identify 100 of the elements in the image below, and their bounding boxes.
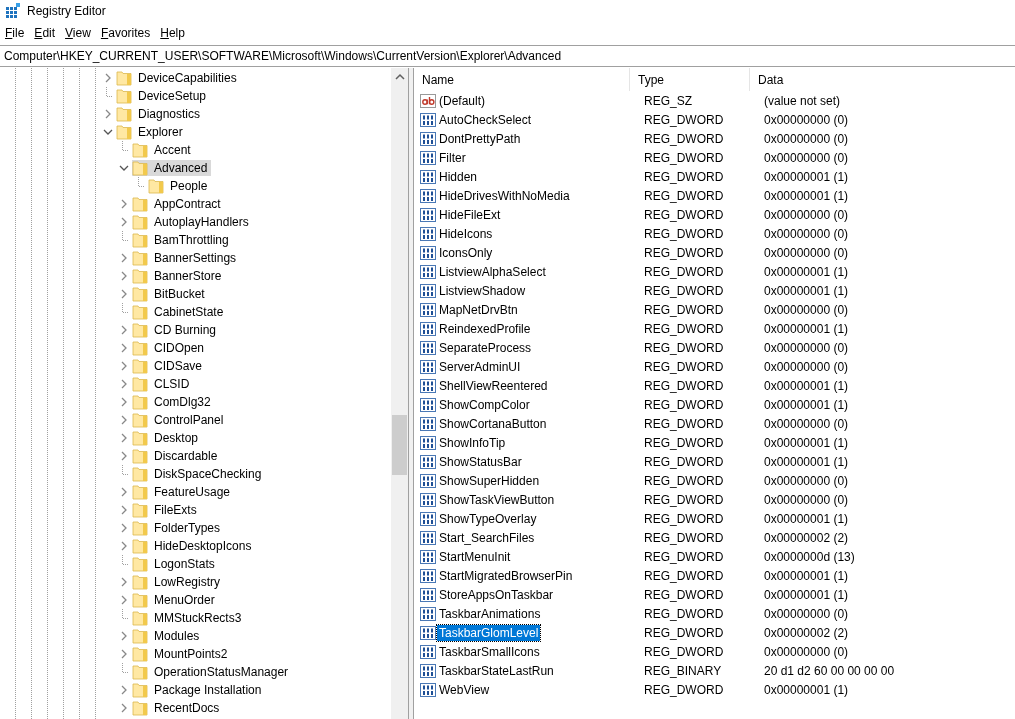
- column-header[interactable]: Type: [630, 68, 750, 91]
- value-name[interactable]: ShellViewReentered: [437, 377, 550, 394]
- scrollbar-thumb[interactable]: [392, 415, 407, 475]
- chevron-right-icon[interactable]: [119, 361, 129, 371]
- value-name[interactable]: StartMigratedBrowserPin: [437, 567, 575, 584]
- tree-item[interactable]: CIDOpen: [132, 340, 209, 356]
- chevron-right-icon[interactable]: [119, 325, 129, 335]
- chevron-right-icon[interactable]: [119, 271, 129, 281]
- value-name[interactable]: ShowTypeOverlay: [437, 510, 539, 527]
- chevron-right-icon[interactable]: [119, 685, 129, 695]
- chevron-right-icon[interactable]: [103, 109, 113, 119]
- tree-item[interactable]: OperationStatusManager: [132, 664, 293, 680]
- tree-item[interactable]: BannerStore: [132, 268, 226, 284]
- value-name[interactable]: ShowInfoTip: [437, 434, 508, 451]
- value-name[interactable]: ShowCortanaButton: [437, 415, 549, 432]
- tree-item[interactable]: BitBucket: [132, 286, 209, 302]
- tree-item[interactable]: RecentDocs: [132, 700, 224, 716]
- tree-item[interactable]: MMStuckRects3: [132, 610, 246, 626]
- value-name[interactable]: (Default): [437, 92, 487, 109]
- value-name[interactable]: ShowCompColor: [437, 396, 532, 413]
- tree-item[interactable]: DeviceCapabilities: [116, 70, 241, 86]
- value-name[interactable]: StartMenuInit: [437, 548, 513, 565]
- tree-item[interactable]: People: [148, 178, 212, 194]
- chevron-right-icon[interactable]: [119, 217, 129, 227]
- tree-item[interactable]: AutoplayHandlers: [132, 214, 253, 230]
- menu-item[interactable]: File: [0, 24, 30, 42]
- tree-item[interactable]: ComDlg32: [132, 394, 215, 410]
- chevron-right-icon[interactable]: [119, 289, 129, 299]
- value-name[interactable]: ListviewShadow: [437, 282, 528, 299]
- tree-item[interactable]: MountPoints2: [132, 646, 232, 662]
- tree-item[interactable]: Discardable: [132, 448, 222, 464]
- value-name[interactable]: TaskbarStateLastRun: [437, 662, 556, 679]
- chevron-right-icon[interactable]: [119, 343, 129, 353]
- value-name[interactable]: HideIcons: [437, 225, 495, 242]
- chevron-right-icon[interactable]: [119, 649, 129, 659]
- menu-item[interactable]: Favorites: [95, 24, 156, 42]
- value-name[interactable]: Filter: [437, 149, 468, 166]
- tree-item[interactable]: ControlPanel: [132, 412, 228, 428]
- value-name[interactable]: StoreAppsOnTaskbar: [437, 586, 556, 603]
- tree-item[interactable]: Accent: [132, 142, 195, 158]
- tree-item[interactable]: Diagnostics: [116, 106, 205, 122]
- menu-item[interactable]: View: [60, 24, 96, 42]
- value-name[interactable]: TaskbarSmallIcons: [437, 643, 542, 660]
- value-name[interactable]: ListviewAlphaSelect: [437, 263, 548, 280]
- tree-item[interactable]: DiskSpaceChecking: [132, 466, 266, 482]
- value-name[interactable]: ReindexedProfile: [437, 320, 533, 337]
- value-name[interactable]: ShowStatusBar: [437, 453, 524, 470]
- value-name[interactable]: HideFileExt: [437, 206, 503, 223]
- chevron-right-icon[interactable]: [119, 541, 129, 551]
- tree-item[interactable]: Explorer: [116, 124, 187, 140]
- value-name[interactable]: ShowSuperHidden: [437, 472, 542, 489]
- chevron-right-icon[interactable]: [119, 433, 129, 443]
- tree-item[interactable]: FileExts: [132, 502, 201, 518]
- scroll-up-icon[interactable]: [394, 73, 405, 81]
- chevron-right-icon[interactable]: [119, 631, 129, 641]
- menu-item[interactable]: Help: [155, 24, 190, 42]
- column-header[interactable]: Data: [750, 68, 1015, 91]
- value-name[interactable]: ServerAdminUI: [437, 358, 523, 375]
- tree-item[interactable]: LogonStats: [132, 556, 219, 572]
- address-bar[interactable]: Computer\HKEY_CURRENT_USER\SOFTWARE\Microsoft\Windows\CurrentVersion\Explorer\Advanced: [0, 45, 1015, 67]
- chevron-right-icon[interactable]: [119, 505, 129, 515]
- value-name[interactable]: TaskbarAnimations: [437, 605, 543, 622]
- value-name[interactable]: HideDrivesWithNoMedia: [437, 187, 572, 204]
- tree-item[interactable]: AppContract: [132, 196, 225, 212]
- chevron-right-icon[interactable]: [103, 73, 113, 83]
- chevron-down-icon[interactable]: [103, 127, 113, 137]
- value-name[interactable]: MapNetDrvBtn: [437, 301, 520, 318]
- chevron-right-icon[interactable]: [119, 703, 129, 713]
- tree-item[interactable]: Advanced: [132, 160, 212, 176]
- tree-item[interactable]: MenuOrder: [132, 592, 219, 608]
- tree-item[interactable]: Modules: [132, 628, 204, 644]
- value-name[interactable]: DontPrettyPath: [437, 130, 523, 147]
- tree-item[interactable]: CIDSave: [132, 358, 207, 374]
- chevron-right-icon[interactable]: [119, 415, 129, 425]
- tree-item[interactable]: FolderTypes: [132, 520, 225, 536]
- tree-item[interactable]: CD Burning: [132, 322, 221, 338]
- chevron-right-icon[interactable]: [119, 379, 129, 389]
- chevron-right-icon[interactable]: [119, 253, 129, 263]
- value-name[interactable]: Start_SearchFiles: [437, 529, 537, 546]
- chevron-right-icon[interactable]: [119, 397, 129, 407]
- tree-item[interactable]: Package Installation: [132, 682, 266, 698]
- column-header[interactable]: Name: [414, 68, 630, 91]
- tree-item[interactable]: LowRegistry: [132, 574, 225, 590]
- tree-item[interactable]: BannerSettings: [132, 250, 241, 266]
- value-name[interactable]: Hidden: [437, 168, 480, 185]
- scrollbar[interactable]: [391, 68, 408, 719]
- chevron-right-icon[interactable]: [119, 199, 129, 209]
- tree-item[interactable]: HideDesktopIcons: [132, 538, 256, 554]
- value-name[interactable]: ShowTaskViewButton: [437, 491, 557, 508]
- value-name[interactable]: TaskbarGlomLevel: [437, 624, 541, 641]
- tree-item[interactable]: FeatureUsage: [132, 484, 235, 500]
- tree-item[interactable]: BamThrottling: [132, 232, 233, 248]
- chevron-right-icon[interactable]: [119, 577, 129, 587]
- tree-item[interactable]: DeviceSetup: [116, 88, 211, 104]
- value-name[interactable]: IconsOnly: [437, 244, 495, 261]
- tree-item[interactable]: CLSID: [132, 376, 194, 392]
- value-name[interactable]: SeparateProcess: [437, 339, 534, 356]
- menu-item[interactable]: Edit: [29, 24, 61, 42]
- tree-item[interactable]: Desktop: [132, 430, 203, 446]
- tree-item[interactable]: CabinetState: [132, 304, 228, 320]
